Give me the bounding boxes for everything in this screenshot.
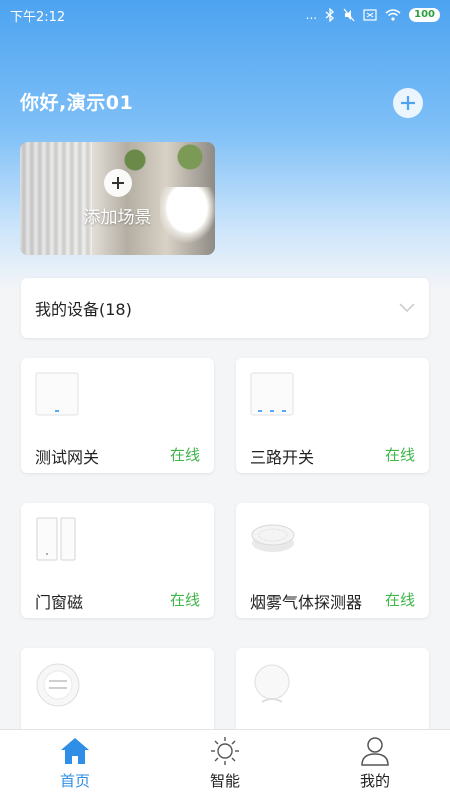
signal-dots: ... [305,8,318,22]
device-status: 在线 [169,446,200,464]
device-card-gateway[interactable]: 测试网关 在线 [21,358,214,473]
tab-smart[interactable]: 智能 [150,730,300,800]
battery-indicator: 100 [409,8,440,22]
device-card-door-sensor[interactable]: 门窗磁 在线 [21,503,214,618]
three-way-switch-icon [250,372,294,416]
device-name: 测试网关 [35,448,100,467]
status-icons: ... 100 [306,8,440,22]
tab-label: 首页 [59,772,90,790]
person-icon [361,737,389,766]
add-scene-label: 添加场景 [83,208,152,228]
scene-overlay: 添加场景 [20,142,215,255]
motion-sensor-icon [254,664,290,703]
thermostat-icon [36,663,80,707]
status-bar: 下午2:12 ... 100 [0,0,450,30]
status-time: 下午2:12 [10,9,66,25]
smoke-detector-icon [251,524,295,552]
gateway-icon [35,372,79,416]
my-devices-title: 我的设备(18) [35,300,132,319]
bottom-tab-bar: 首页 智能 我的 [0,729,450,800]
plus-circle-icon [401,96,415,110]
tab-home[interactable]: 首页 [0,730,150,800]
plus-icon [111,177,124,189]
device-name: 门窗磁 [35,593,84,612]
door-sensor-icon [36,517,76,561]
add-scene-plus [103,169,132,197]
device-status: 在线 [169,591,200,609]
wifi-icon [385,9,401,21]
bluetooth-icon [325,8,335,22]
device-card-smoke-detector[interactable]: 烟雾气体探测器 在线 [236,503,429,618]
device-status: 在线 [384,446,415,464]
sim-icon [363,9,377,21]
device-status: 在线 [384,591,415,609]
add-scene-card[interactable]: 添加场景 [20,142,215,255]
sun-icon [211,737,239,765]
tab-mine[interactable]: 我的 [300,730,450,800]
device-name: 三路开关 [250,448,315,467]
device-card-three-way-switch[interactable]: 三路开关 在线 [236,358,429,473]
home-icon [61,738,89,764]
mute-icon [343,8,355,22]
chevron-down-icon [399,303,415,313]
device-name: 烟雾气体探测器 [250,593,363,612]
tab-label: 我的 [359,772,390,790]
greeting-title: 你好,演示01 [20,92,134,114]
tab-label: 智能 [209,772,240,790]
add-device-button[interactable] [393,88,423,118]
my-devices-dropdown[interactable]: 我的设备(18) [21,278,429,338]
